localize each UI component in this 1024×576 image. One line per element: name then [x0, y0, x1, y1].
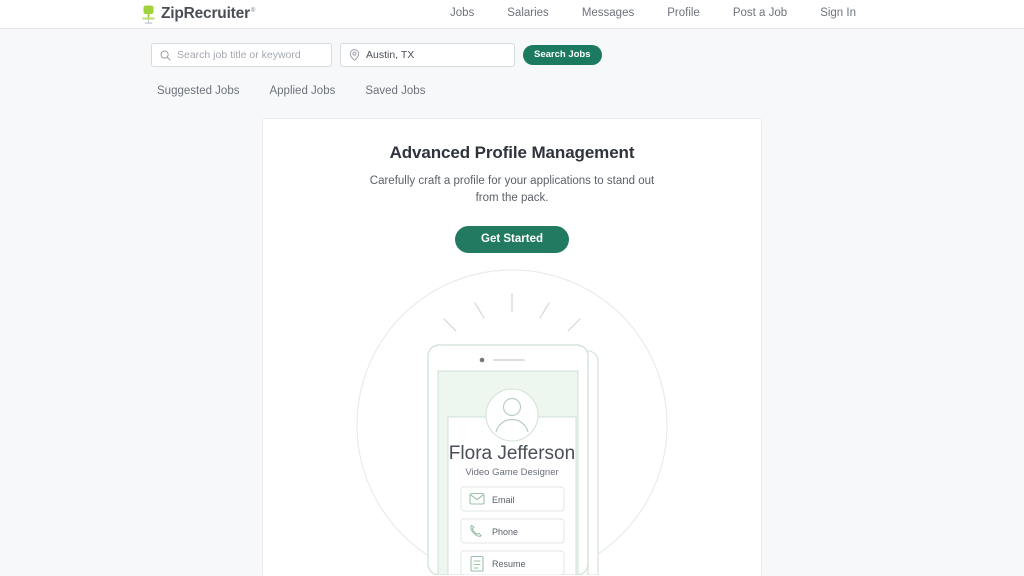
profile-field-phone-label: Phone [492, 527, 518, 537]
job-tabs: Suggested Jobs Applied Jobs Saved Jobs [0, 67, 1024, 98]
keyword-search-field[interactable] [151, 43, 332, 67]
illustration-container: Flora Jefferson Video Game Designer Emai… [263, 265, 761, 575]
tab-applied-jobs[interactable]: Applied Jobs [269, 86, 335, 98]
brand-name: ZipRecruiter® [161, 6, 255, 22]
nav-item-post-a-job[interactable]: Post a Job [733, 8, 787, 20]
shine-rays-icon [444, 294, 580, 331]
profile-field-email[interactable]: Email [461, 487, 564, 511]
profile-name: Flora Jefferson [449, 443, 575, 464]
profile-field-resume[interactable]: Resume [461, 551, 564, 575]
nav-item-salaries[interactable]: Salaries [507, 8, 549, 20]
profile-card-illustration: Flora Jefferson Video Game Designer Emai… [352, 265, 672, 575]
user-avatar-icon [486, 389, 538, 441]
brand-logo[interactable]: ZipRecruiter® [141, 5, 255, 24]
search-jobs-button[interactable]: Search Jobs [523, 45, 602, 65]
profile-role: Video Game Designer [465, 467, 558, 478]
cta-row: Get Started [263, 226, 761, 253]
profile-field-resume-label: Resume [492, 559, 526, 569]
profile-field-email-label: Email [492, 495, 515, 505]
page-title: Advanced Profile Management [263, 143, 761, 163]
site-header: ZipRecruiter® Jobs Salaries Messages Pro… [0, 0, 1024, 29]
profile-field-phone[interactable]: Phone [461, 519, 564, 543]
job-search-bar: Search Jobs [0, 29, 1024, 67]
device-camera-icon [480, 358, 485, 363]
location-input[interactable] [366, 49, 506, 61]
tab-suggested-jobs[interactable]: Suggested Jobs [157, 86, 239, 98]
location-pin-icon [349, 49, 360, 61]
office-chair-icon [141, 5, 156, 24]
nav-item-sign-in[interactable]: Sign In [820, 8, 856, 20]
tab-saved-jobs[interactable]: Saved Jobs [365, 86, 425, 98]
brand-name-text: ZipRecruiter [161, 5, 250, 22]
location-search-field[interactable] [340, 43, 515, 67]
search-input[interactable] [177, 49, 323, 61]
main-navigation: Jobs Salaries Messages Profile Post a Jo… [450, 8, 856, 20]
get-started-button[interactable]: Get Started [455, 226, 569, 253]
brand-trademark: ® [251, 8, 255, 14]
content-area: Advanced Profile Management Carefully cr… [0, 98, 1024, 576]
nav-item-profile[interactable]: Profile [667, 8, 700, 20]
advanced-profile-management-card: Advanced Profile Management Carefully cr… [262, 118, 762, 576]
card-subtitle: Carefully craft a profile for your appli… [366, 173, 658, 209]
nav-item-messages[interactable]: Messages [582, 8, 634, 20]
nav-item-jobs[interactable]: Jobs [450, 8, 474, 20]
search-icon [160, 50, 171, 61]
